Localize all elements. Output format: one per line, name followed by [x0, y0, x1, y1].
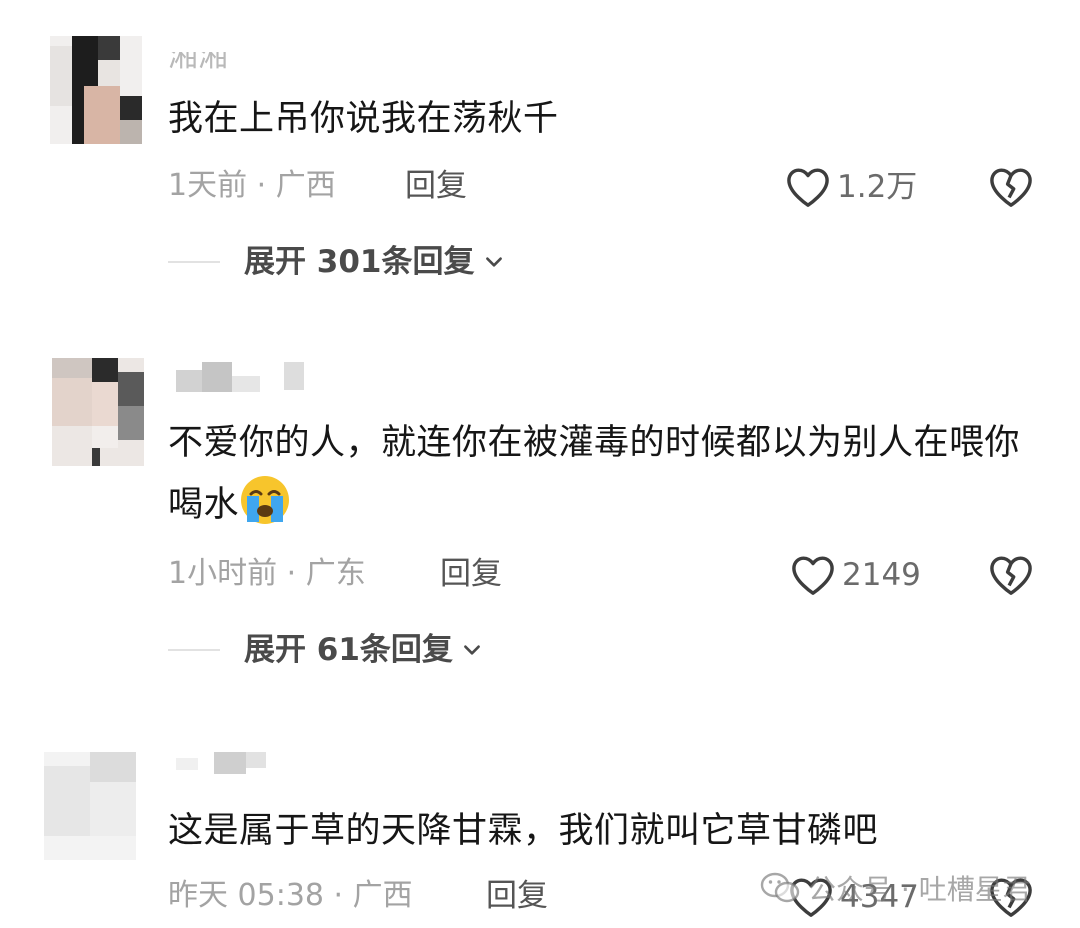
- comment-text-body: 不爱你的人，就连你在被灌毒的时候都以为别人在喂你喝水: [168, 423, 1021, 525]
- broken-heart-icon[interactable]: [988, 554, 1034, 596]
- divider: [168, 261, 220, 263]
- divider: [168, 649, 220, 651]
- like-button[interactable]: 1.2万: [785, 166, 917, 208]
- comment-text: 这是属于草的天降甘霖，我们就叫它草甘磷吧: [168, 811, 879, 851]
- watermark: 公众号 · 吐槽星君: [760, 868, 1031, 908]
- watermark-text: 公众号 · 吐槽星君: [808, 873, 1031, 906]
- comment-meta: 1小时前 · 广东: [168, 556, 366, 591]
- expand-replies-label: 展开 61条回复: [244, 632, 453, 668]
- username[interactable]: [176, 752, 296, 778]
- username[interactable]: 湘湘: [168, 52, 228, 74]
- username[interactable]: [176, 362, 306, 392]
- comment-meta: 1天前 · 广西: [168, 168, 336, 203]
- chevron-down-icon: [485, 257, 502, 267]
- avatar[interactable]: [50, 36, 142, 144]
- like-button[interactable]: 2149: [790, 554, 921, 596]
- heart-outline-icon: [792, 556, 834, 595]
- chevron-down-icon: [464, 645, 480, 655]
- reply-button[interactable]: 回复: [405, 166, 467, 206]
- avatar[interactable]: [44, 752, 136, 860]
- heart-outline-icon: [787, 168, 829, 207]
- reply-button[interactable]: 回复: [440, 554, 502, 594]
- broken-heart-icon[interactable]: [988, 166, 1034, 208]
- expand-replies-button[interactable]: 展开 61条回复: [168, 630, 483, 670]
- like-count: 1.2万: [837, 169, 918, 205]
- expand-replies-label: 展开 301条回复: [244, 244, 475, 280]
- avatar[interactable]: [52, 358, 144, 466]
- like-count: 2149: [842, 557, 921, 593]
- expand-replies-button[interactable]: 展开 301条回复: [168, 242, 505, 282]
- comment-meta: 昨天 05:38 · 广西: [168, 878, 413, 913]
- reply-button[interactable]: 回复: [486, 876, 548, 916]
- comment-text: 不爱你的人，就连你在被灌毒的时候都以为别人在喂你喝水: [168, 412, 1048, 536]
- comment-text: 我在上吊你说我在荡秋千: [168, 99, 559, 139]
- loudly-crying-face-icon: [241, 476, 290, 524]
- wechat-icon: [760, 872, 800, 903]
